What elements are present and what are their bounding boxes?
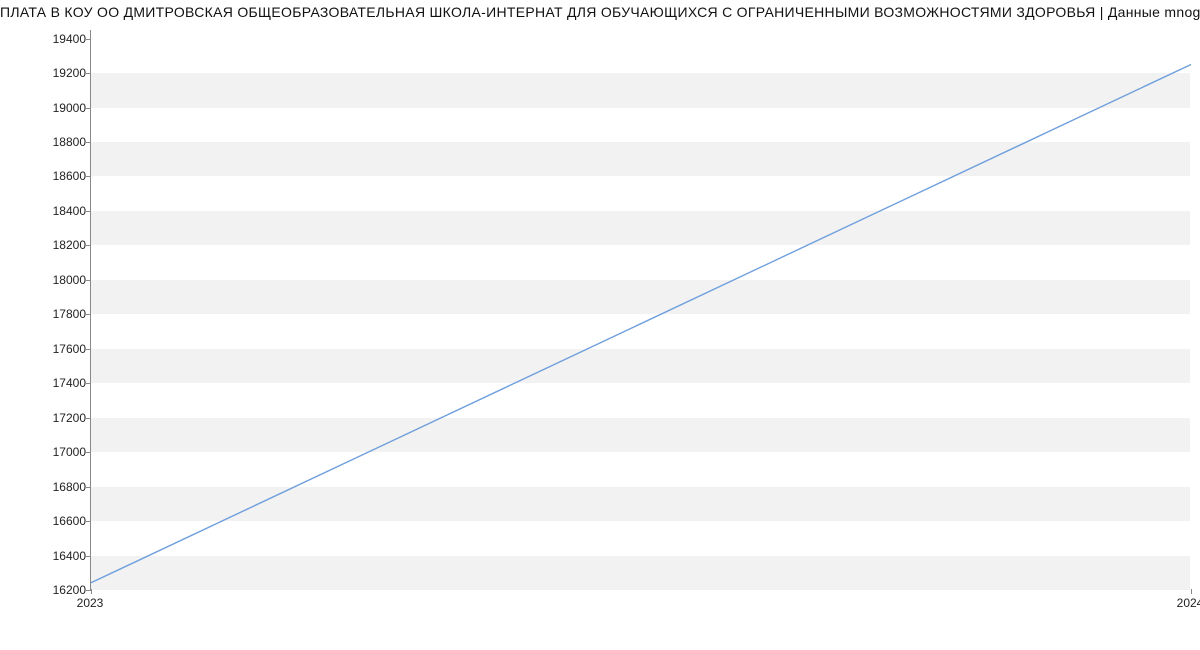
y-tick <box>86 418 91 419</box>
y-tick <box>86 280 91 281</box>
y-tick-label: 16800 <box>6 480 86 494</box>
y-tick-label: 18800 <box>6 135 86 149</box>
y-tick <box>86 142 91 143</box>
y-tick <box>86 176 91 177</box>
y-tick-label: 18600 <box>6 169 86 183</box>
x-tick <box>1191 589 1192 594</box>
y-tick <box>86 521 91 522</box>
y-tick-label: 17000 <box>6 445 86 459</box>
chart-title: ПЛАТА В КОУ ОО ДМИТРОВСКАЯ ОБЩЕОБРАЗОВАТ… <box>0 4 1200 20</box>
y-tick-label: 17200 <box>6 411 86 425</box>
y-tick <box>86 314 91 315</box>
y-tick <box>86 349 91 350</box>
chart-container: ПЛАТА В КОУ ОО ДМИТРОВСКАЯ ОБЩЕОБРАЗОВАТ… <box>0 0 1200 650</box>
y-tick-label: 18400 <box>6 204 86 218</box>
y-tick <box>86 383 91 384</box>
y-tick-label: 18000 <box>6 273 86 287</box>
y-tick-label: 16200 <box>6 583 86 597</box>
y-tick-label: 17800 <box>6 307 86 321</box>
y-tick <box>86 452 91 453</box>
y-tick-label: 16400 <box>6 549 86 563</box>
y-tick-label: 17400 <box>6 376 86 390</box>
y-tick-label: 19000 <box>6 101 86 115</box>
y-tick <box>86 73 91 74</box>
plot-area <box>90 30 1190 590</box>
y-tick <box>86 211 91 212</box>
y-tick-label: 19400 <box>6 32 86 46</box>
y-tick <box>86 487 91 488</box>
y-tick-label: 19200 <box>6 66 86 80</box>
y-tick-label: 18200 <box>6 238 86 252</box>
x-tick <box>91 589 92 594</box>
y-tick <box>86 108 91 109</box>
y-tick-label: 17600 <box>6 342 86 356</box>
y-tick <box>86 556 91 557</box>
y-tick-label: 16600 <box>6 514 86 528</box>
x-tick-label: 2024 <box>1177 596 1200 610</box>
y-tick <box>86 245 91 246</box>
x-tick-label: 2023 <box>77 596 104 610</box>
line-series <box>91 30 1191 590</box>
y-tick <box>86 39 91 40</box>
